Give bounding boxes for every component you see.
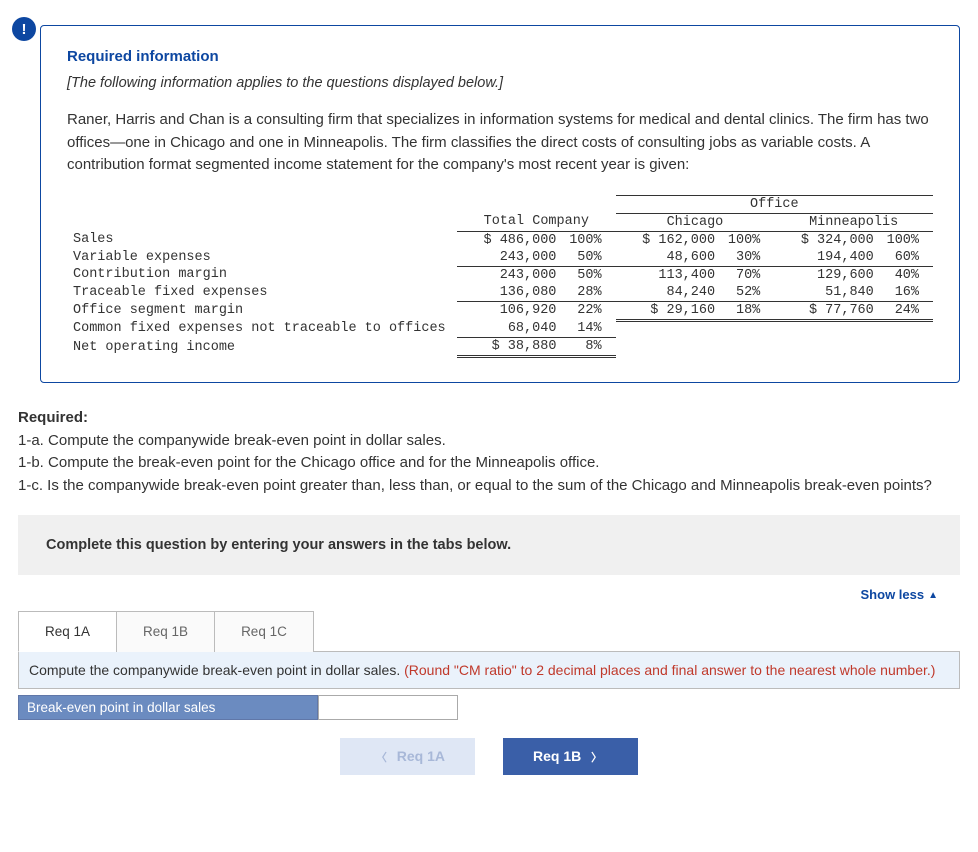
table-row: Net operating income $ 38,8808% [67,338,933,357]
info-subtitle: [The following information applies to th… [67,75,933,91]
col-total: Total Company [457,213,616,231]
instruction-bar: Complete this question by entering your … [18,515,960,575]
tab-hint: (Round "CM ratio" to 2 decimal places an… [404,662,935,678]
col-minneapolis: Minneapolis [774,213,933,231]
tabs: Req 1A Req 1B Req 1C [18,610,960,652]
required-1a: 1-a. Compute the companywide break-even … [18,432,446,449]
tab-prompt: Compute the companywide break-even point… [29,662,404,678]
required-block: Required: 1-a. Compute the companywide b… [18,407,960,497]
input-row: Break-even point in dollar sales [18,695,960,720]
col-chicago: Chicago [616,213,775,231]
table-row: Sales $ 486,000100% $ 162,000100% $ 324,… [67,231,933,249]
required-heading: Required: [18,409,88,426]
required-1c: 1-c. Is the companywide break-even point… [18,477,932,494]
income-statement-table: Office Total Company Chicago Minneapolis… [67,195,933,361]
chevron-left-icon: 〈 [376,752,387,764]
info-title: Required information [67,48,933,65]
required-1b: 1-b. Compute the break-even point for th… [18,454,599,471]
tab-req-1a[interactable]: Req 1A [18,611,117,652]
info-panel: Required information [The following info… [40,25,960,383]
break-even-label: Break-even point in dollar sales [18,695,318,720]
alert-icon: ! [12,17,36,41]
table-row: Traceable fixed expenses 136,08028% 84,2… [67,284,933,302]
table-row: Common fixed expenses not traceable to o… [67,320,933,338]
info-body: Raner, Harris and Chan is a consulting f… [67,109,933,177]
chevron-right-icon: 〉 [591,752,602,764]
table-row: Variable expenses 243,00050% 48,60030% 1… [67,249,933,267]
next-button[interactable]: Req 1B 〉 [503,738,638,775]
tab-content: Compute the companywide break-even point… [18,652,960,689]
tab-req-1c[interactable]: Req 1C [214,611,314,652]
nav-buttons: 〈 Req 1A Req 1B 〉 [18,738,960,775]
table-row: Contribution margin 243,00050% 113,40070… [67,266,933,284]
tab-req-1b[interactable]: Req 1B [116,611,215,652]
break-even-input[interactable] [318,695,458,720]
triangle-up-icon: ▲ [928,590,938,601]
office-header: Office [616,195,933,213]
prev-button: 〈 Req 1A [340,738,475,775]
table-row: Office segment margin 106,92022% $ 29,16… [67,301,933,320]
answer-area: Complete this question by entering your … [18,515,960,775]
show-less-link[interactable]: Show less▲ [18,575,960,610]
